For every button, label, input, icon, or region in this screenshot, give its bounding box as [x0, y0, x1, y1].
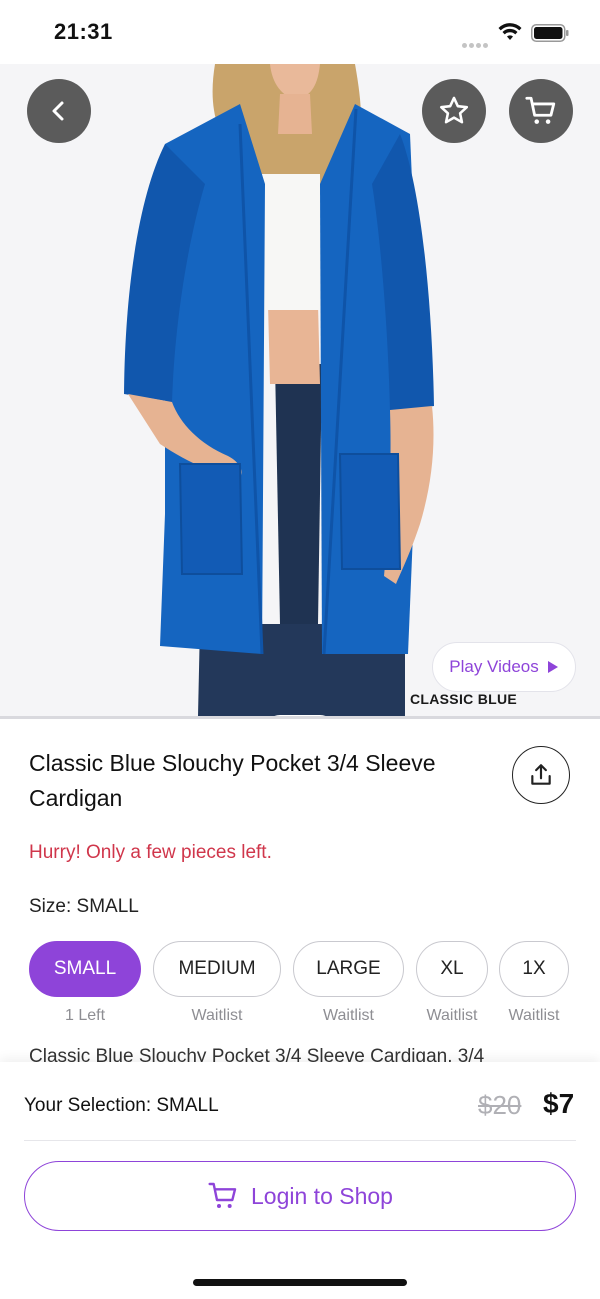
cart-icon — [525, 96, 556, 124]
share-icon — [531, 764, 551, 785]
login-to-shop-button[interactable]: Login to Shop — [24, 1161, 576, 1231]
play-videos-button[interactable]: Play Videos — [432, 642, 576, 692]
status-time: 21:31 — [54, 19, 113, 44]
size-label: Size: SMALL — [29, 896, 139, 917]
status-bar: 21:31 — [0, 0, 600, 64]
play-triangle-icon — [547, 661, 558, 673]
favorite-button[interactable] — [422, 79, 486, 143]
divider — [24, 1140, 576, 1141]
login-to-shop-label: Login to Shop — [251, 1182, 393, 1209]
play-videos-label: Play Videos — [449, 657, 539, 676]
product-title: Classic Blue Slouchy Pocket 3/4 Sleeve C… — [29, 750, 436, 811]
size-option-medium[interactable]: MEDIUM — [153, 941, 281, 997]
selection-summary: Your Selection: SMALL — [24, 1095, 219, 1116]
original-price: $20 — [478, 1090, 522, 1120]
size-option-1x[interactable]: 1X — [499, 941, 569, 997]
back-button[interactable] — [27, 79, 91, 143]
star-icon — [439, 96, 469, 124]
signal-dots-icon — [462, 35, 490, 48]
divider — [0, 716, 600, 719]
battery-icon — [531, 24, 569, 42]
sale-price: $7 — [543, 1088, 575, 1119]
size-option-large[interactable]: LARGE — [293, 941, 404, 997]
chevron-left-icon — [52, 101, 64, 121]
size-note-small: 1 Left — [64, 1007, 106, 1024]
size-note-medium: Waitlist — [191, 1007, 243, 1024]
size-note-1x: Waitlist — [508, 1007, 560, 1024]
product-description: Classic Blue Slouchy Pocket 3/4 Sleeve C… — [29, 1046, 485, 1064]
size-note-xl: Waitlist — [426, 1007, 478, 1024]
model-cardigan-photo — [0, 64, 600, 716]
share-button[interactable] — [512, 746, 570, 804]
product-image[interactable] — [0, 64, 600, 716]
home-indicator[interactable] — [193, 1279, 407, 1286]
size-note-large: Waitlist — [323, 1007, 374, 1024]
color-tag: CLASSIC BLUE — [410, 691, 518, 707]
wifi-icon — [498, 23, 522, 40]
size-option-xl[interactable]: XL — [416, 941, 488, 997]
cart-icon — [208, 1182, 237, 1208]
cart-button[interactable] — [509, 79, 573, 143]
size-option-small[interactable]: SMALL — [29, 941, 141, 997]
stock-warning: Hurry! Only a few pieces left. — [29, 842, 272, 863]
